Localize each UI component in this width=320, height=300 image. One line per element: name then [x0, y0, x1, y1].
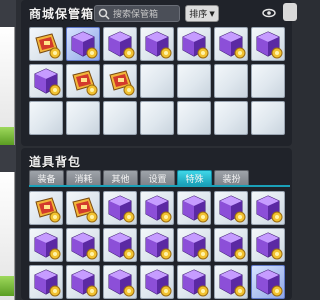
inventory-slot[interactable] [66, 228, 100, 262]
storage-title: 商城保管箱 [29, 7, 95, 21]
storage-slot[interactable] [103, 64, 137, 98]
tab-4[interactable]: 特殊 [177, 170, 212, 186]
storage-slot[interactable] [214, 27, 248, 61]
inventory-slot[interactable] [251, 191, 285, 225]
purple-cube-icon [256, 232, 283, 260]
purple-cube-icon [34, 269, 61, 297]
storage-search-box[interactable]: 搜索保管箱 [94, 5, 180, 22]
purple-cube-icon [219, 31, 246, 59]
inventory-slot[interactable] [66, 191, 100, 225]
inventory-slot[interactable] [140, 191, 174, 225]
storage-slot[interactable] [214, 64, 248, 98]
storage-slot[interactable] [251, 64, 285, 98]
tab-2[interactable]: 其他 [103, 170, 138, 186]
gold-box-icon [72, 197, 98, 223]
inventory-window: 道具背包 装备 消耗 其他 设置 特殊 装扮 [21, 148, 292, 300]
storage-slot[interactable] [214, 101, 248, 135]
left-panel-upper [0, 27, 15, 145]
chevron-down-icon: ▼ [209, 9, 215, 18]
sort-label: 排序 [189, 10, 208, 20]
inventory-slot[interactable] [177, 191, 211, 225]
inventory-slot[interactable] [140, 228, 174, 262]
gold-box-icon [35, 197, 61, 223]
storage-slot[interactable] [140, 27, 174, 61]
inventory-slot[interactable] [177, 265, 211, 299]
storage-slot[interactable] [103, 101, 137, 135]
storage-slot[interactable] [177, 64, 211, 98]
purple-cube-icon [145, 195, 172, 223]
purple-cube-icon [108, 232, 135, 260]
storage-slot[interactable] [140, 101, 174, 135]
purple-cube-icon [71, 232, 98, 260]
purple-cube-icon [256, 31, 283, 59]
purple-cube-icon [108, 269, 135, 297]
purple-cube-icon [219, 232, 246, 260]
gold-box-icon [72, 70, 98, 96]
sort-button[interactable]: 排序 ▼ [185, 5, 219, 22]
purple-cube-icon [219, 269, 246, 297]
purple-cube-icon [219, 195, 246, 223]
purple-cube-icon [182, 31, 209, 59]
search-icon [98, 8, 110, 20]
inventory-slot[interactable] [251, 265, 285, 299]
storage-slot[interactable] [66, 27, 100, 61]
inventory-slot[interactable] [29, 228, 63, 262]
tab-0[interactable]: 装备 [29, 170, 64, 186]
inventory-slot[interactable] [140, 265, 174, 299]
inventory-slot[interactable] [29, 265, 63, 299]
left-panel-lower [0, 172, 15, 300]
purple-cube-icon [256, 269, 283, 297]
storage-slot[interactable] [29, 27, 63, 61]
inventory-slot[interactable] [103, 228, 137, 262]
inventory-slot[interactable] [66, 265, 100, 299]
storage-slot[interactable] [140, 64, 174, 98]
inventory-slot[interactable] [214, 265, 248, 299]
purple-cube-icon [145, 31, 172, 59]
storage-slot[interactable] [103, 27, 137, 61]
storage-slot[interactable] [29, 101, 63, 135]
storage-slot[interactable] [251, 27, 285, 61]
purple-cube-icon [256, 195, 283, 223]
left-green-button-upper[interactable] [0, 127, 14, 145]
storage-window: 商城保管箱 搜索保管箱 排序 ▼ [21, 0, 297, 146]
purple-cube-icon [34, 68, 61, 96]
inventory-slot[interactable] [29, 191, 63, 225]
purple-cube-icon [108, 31, 135, 59]
tab-1[interactable]: 消耗 [66, 170, 101, 186]
tab-5[interactable]: 装扮 [214, 170, 249, 186]
storage-slot[interactable] [66, 64, 100, 98]
purple-cube-icon [71, 31, 98, 59]
tab-underline [29, 185, 290, 187]
left-green-button-lower[interactable] [0, 276, 14, 296]
purple-cube-icon [182, 195, 209, 223]
gold-box-icon [35, 33, 61, 59]
inventory-slot[interactable] [103, 191, 137, 225]
storage-slot[interactable] [177, 27, 211, 61]
storage-grid [29, 27, 285, 135]
storage-slot[interactable] [177, 101, 211, 135]
eye-icon[interactable] [261, 5, 277, 20]
inventory-slot[interactable] [214, 191, 248, 225]
purple-cube-icon [182, 269, 209, 297]
gold-box-icon [109, 70, 135, 96]
storage-slot[interactable] [66, 101, 100, 135]
inventory-slot[interactable] [103, 265, 137, 299]
inventory-slot[interactable] [177, 228, 211, 262]
inventory-slot[interactable] [214, 228, 248, 262]
storage-search-placeholder: 搜索保管箱 [113, 10, 159, 20]
purple-cube-icon [71, 269, 98, 297]
purple-cube-icon [145, 269, 172, 297]
tab-3[interactable]: 设置 [140, 170, 175, 186]
purple-cube-icon [145, 232, 172, 260]
lock-icon[interactable] [283, 3, 297, 21]
purple-cube-icon [34, 232, 61, 260]
inventory-grid [29, 191, 285, 299]
inventory-tabs: 装备 消耗 其他 设置 特殊 装扮 [29, 170, 249, 186]
inventory-slot[interactable] [251, 228, 285, 262]
storage-slot[interactable] [251, 101, 285, 135]
purple-cube-icon [108, 195, 135, 223]
inventory-title: 道具背包 [29, 155, 82, 169]
purple-cube-icon [182, 232, 209, 260]
storage-slot[interactable] [29, 64, 63, 98]
